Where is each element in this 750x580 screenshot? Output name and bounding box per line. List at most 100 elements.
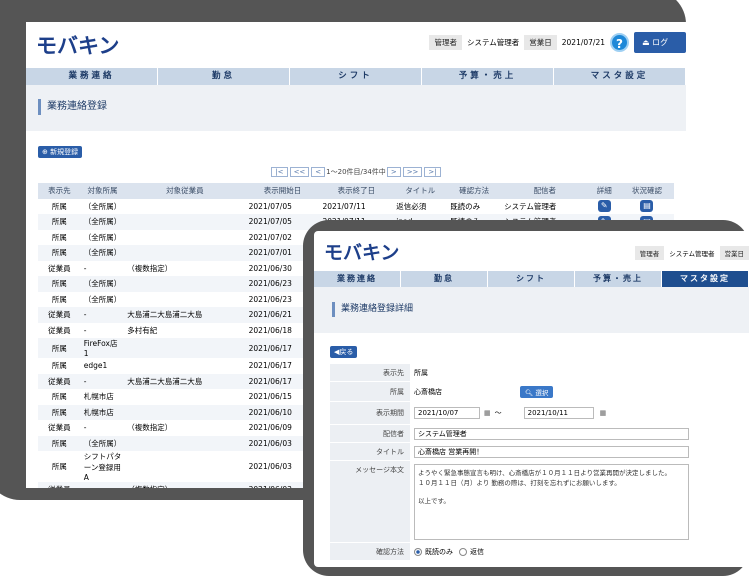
page-title: 業務連絡登録詳細 bbox=[332, 302, 749, 317]
cell-dept: - bbox=[80, 307, 125, 323]
select-button[interactable]: 🔍︎ 選択 bbox=[520, 385, 554, 398]
cell-dept: 札幌市店 bbox=[80, 404, 125, 420]
nav-master[interactable]: マスタ設定 bbox=[662, 271, 749, 287]
cell-emp: （複数指定） bbox=[127, 423, 173, 433]
cell-dept: （全所属） bbox=[80, 276, 125, 292]
logout-icon: ⏏ bbox=[642, 38, 653, 47]
pager-prev-many[interactable]: << bbox=[289, 167, 310, 177]
cell-dept: （全所属） bbox=[83, 294, 122, 304]
cell-emp: （複数指定） bbox=[124, 482, 246, 488]
pager-first[interactable]: |< bbox=[271, 167, 288, 177]
cell-emp: 多村有紀 bbox=[127, 325, 158, 335]
title-input[interactable]: 心斎橋店 営業再開！ bbox=[414, 445, 689, 458]
cell-dept: （全所属） bbox=[80, 245, 125, 261]
pager: |< << <1～20件目/34件中 > >> >| bbox=[38, 167, 674, 179]
cell-emp bbox=[124, 214, 246, 230]
back-button[interactable]: ◀戻る bbox=[330, 346, 358, 358]
search-icon: 🔍︎ bbox=[525, 388, 534, 397]
column-header: 表示開始日 bbox=[245, 183, 320, 199]
cell-emp: （複数指定） bbox=[127, 263, 173, 273]
main-nav: 業務連絡 勤怠 シフト 予算・売上 マスタ設定 bbox=[314, 271, 749, 287]
table-header: 表示先 対象所属 対象従業員 表示開始日 表示終了日 タイトル 確認方法 配信者 詳細 状況確認 bbox=[38, 183, 674, 199]
cell-emp bbox=[124, 230, 245, 246]
cell-dept: - bbox=[83, 263, 87, 273]
column-header: 詳細 bbox=[588, 183, 620, 199]
cell-target: 所属 bbox=[51, 294, 67, 304]
new-button[interactable]: ⊕ 新規登録 bbox=[38, 146, 83, 158]
cell-target: 従業員 bbox=[38, 307, 81, 323]
table-row: 所属 （全所属） 2021/07/05 2021/07/11 返信必須 既読のみ システム管… bbox=[38, 199, 674, 215]
method-label: 確認方法 bbox=[330, 543, 410, 560]
cell-target: 従業員 bbox=[38, 482, 81, 488]
calendar-icon[interactable]: ▦ bbox=[600, 409, 607, 417]
cell-status: ▤ bbox=[620, 199, 674, 215]
nav-gyomu[interactable]: 業務連絡 bbox=[26, 68, 158, 85]
user-name: システム管理者 bbox=[466, 38, 520, 47]
cell-emp bbox=[124, 358, 245, 374]
calendar-icon[interactable]: ▦ bbox=[484, 409, 491, 417]
nav-shift[interactable]: シフト bbox=[488, 271, 575, 287]
period-end-input[interactable]: 2021/10/11 bbox=[523, 407, 594, 419]
column-header: 状況確認 bbox=[619, 183, 674, 199]
cell-target: 所属 bbox=[38, 404, 81, 420]
page-title: 業務連絡登録 bbox=[38, 99, 686, 115]
cell-dept: （全所属） bbox=[80, 435, 125, 451]
front-tablet-screen: モバキン 管理者 システム管理者 営業日 業務連絡 勤怠 シフト 予算・売上 マ… bbox=[314, 231, 749, 567]
cell-target: 従業員 bbox=[38, 373, 81, 389]
logout-label: ログ bbox=[652, 38, 669, 47]
sender-input[interactable]: システム管理者 bbox=[414, 427, 689, 440]
nav-kintai[interactable]: 勤怠 bbox=[401, 271, 488, 287]
nav-shift[interactable]: シフト bbox=[290, 68, 422, 85]
cell-emp bbox=[124, 199, 245, 215]
cell-emp: 大島浦二大島浦二大島 bbox=[124, 307, 246, 323]
pager-last[interactable]: >| bbox=[424, 167, 441, 177]
nav-master[interactable]: マスタ設定 bbox=[554, 68, 686, 85]
message-textarea[interactable]: ようやく緊急事態宣言も明け、心斎橋店が１０月１１日より営業再開が決定しました。 … bbox=[414, 464, 689, 540]
cell-start: 2021/07/05 bbox=[245, 214, 320, 230]
app-logo: モバキン bbox=[324, 241, 400, 264]
radio-read-only-label: 既読のみ bbox=[425, 547, 453, 556]
pager-prev[interactable]: < bbox=[311, 167, 326, 177]
main-nav: 業務連絡 勤怠 シフト 予算・売上 マスタ設定 bbox=[26, 68, 686, 85]
cell-target: 所属 bbox=[51, 361, 67, 371]
help-icon[interactable]: ? bbox=[610, 33, 629, 52]
dept-value: 心斎橋店 bbox=[414, 387, 442, 396]
pager-next-many[interactable]: >> bbox=[402, 167, 423, 177]
period-start-input[interactable]: 2021/10/07 bbox=[414, 407, 480, 419]
pager-next[interactable]: > bbox=[386, 167, 401, 177]
column-header: タイトル bbox=[393, 183, 448, 199]
cell-emp bbox=[124, 276, 246, 292]
dept-label: 所属 bbox=[330, 382, 410, 401]
period-separator: ～ bbox=[494, 409, 502, 417]
cell-dept: 札幌市店 bbox=[83, 392, 114, 402]
column-header: 表示先 bbox=[38, 183, 81, 199]
bizday-label: 営業日 bbox=[719, 246, 749, 260]
cell-dept: （全所属） bbox=[80, 214, 125, 230]
cell-start: 2021/07/05 bbox=[248, 201, 292, 211]
cell-target: 従業員 bbox=[48, 263, 71, 273]
radio-read-only[interactable] bbox=[414, 547, 422, 556]
role-label: 管理者 bbox=[634, 246, 665, 260]
nav-budget[interactable]: 予算・売上 bbox=[575, 271, 662, 287]
cell-detail: ✎ bbox=[589, 199, 620, 215]
nav-kintai[interactable]: 勤怠 bbox=[158, 68, 290, 85]
column-header: 対象従業員 bbox=[124, 183, 246, 199]
cell-target: 所属 bbox=[38, 276, 81, 292]
bizday-label: 営業日 bbox=[524, 35, 557, 50]
cell-dept: シフトパターン登録用A bbox=[83, 452, 122, 482]
nav-gyomu[interactable]: 業務連絡 bbox=[314, 271, 401, 287]
cell-target: 所属 bbox=[51, 462, 67, 471]
document-icon[interactable]: ▤ bbox=[640, 200, 654, 213]
edit-icon[interactable]: ✎ bbox=[597, 200, 611, 213]
nav-budget[interactable]: 予算・売上 bbox=[422, 68, 554, 85]
cell-dept: - bbox=[80, 373, 125, 389]
radio-reply[interactable] bbox=[459, 547, 467, 556]
cell-emp bbox=[124, 245, 246, 261]
logout-button[interactable]: ⏏ ログ bbox=[634, 32, 686, 53]
cell-target: 所属 bbox=[38, 338, 81, 358]
cell-target: 所属 bbox=[51, 201, 67, 211]
plus-icon: ⊕ bbox=[42, 148, 48, 156]
select-button-label: 選択 bbox=[535, 388, 549, 397]
cell-sender: システム管理者 bbox=[504, 201, 557, 211]
new-button-label: 新規登録 bbox=[50, 148, 79, 156]
